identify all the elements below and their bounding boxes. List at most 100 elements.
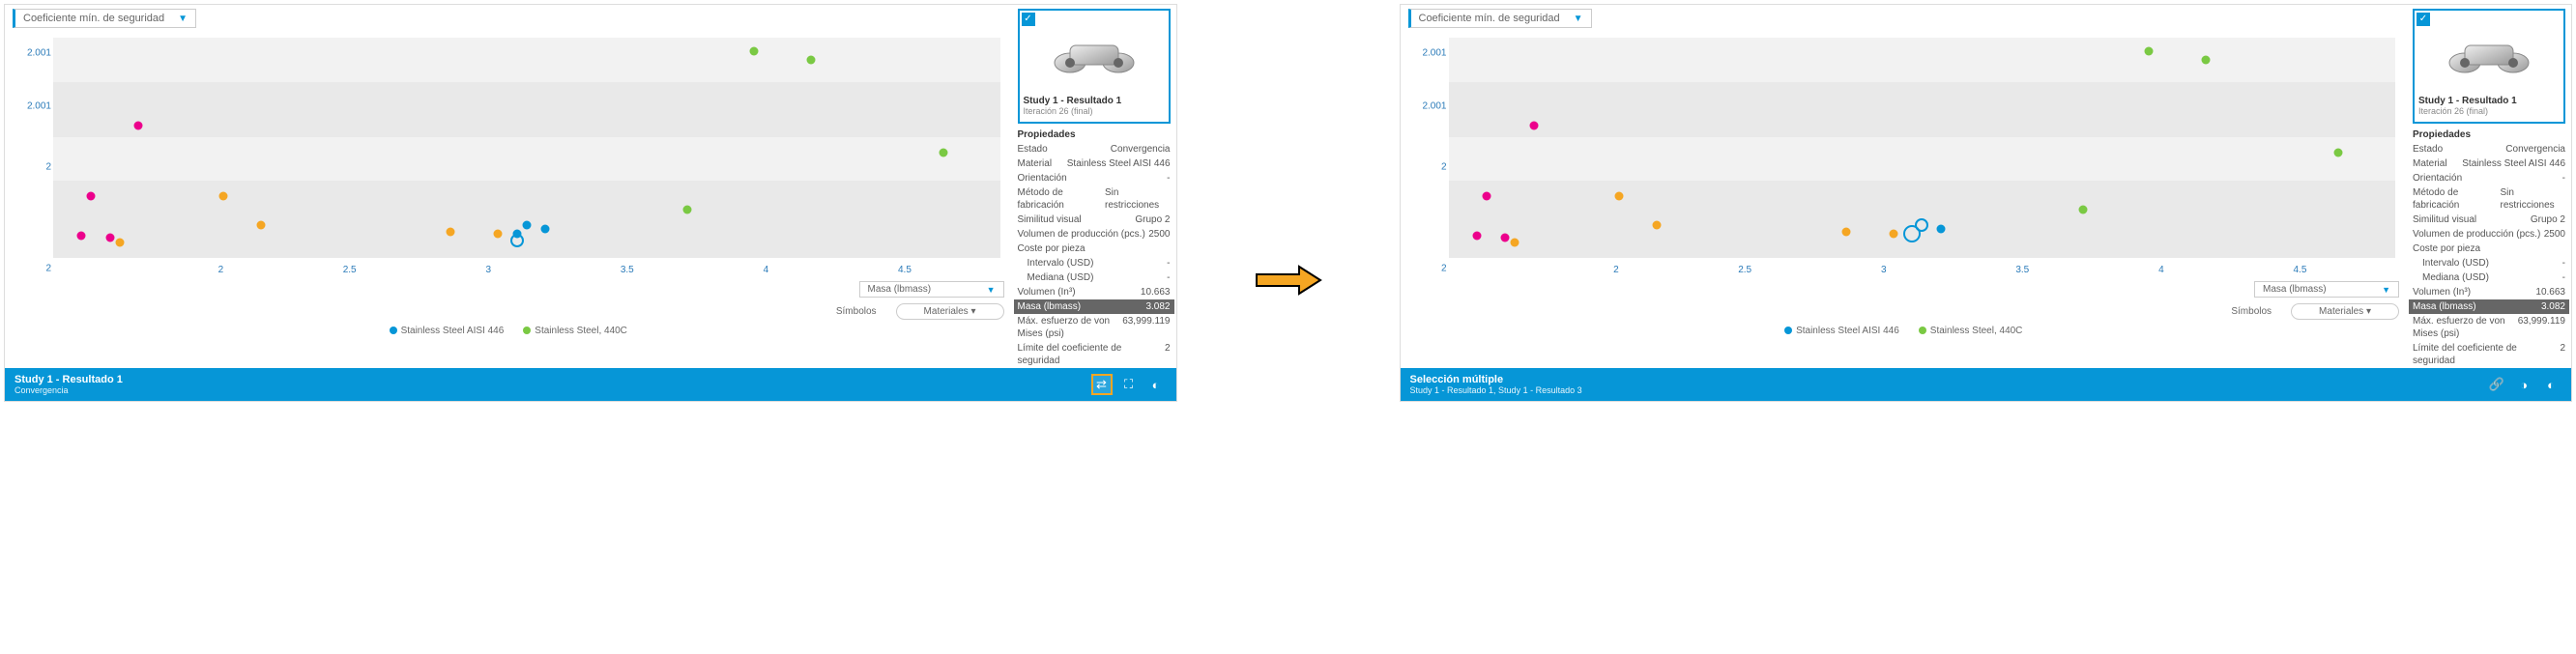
data-point[interactable] xyxy=(939,148,947,156)
swap-icon[interactable]: ⇄ xyxy=(1091,374,1113,395)
properties-column: ✓ Study 1 - Resultado 1 Iteración 26 (fi… xyxy=(2407,5,2571,368)
x-tick: 3 xyxy=(485,265,491,275)
expand-icon[interactable]: ⛶ xyxy=(1118,374,1140,395)
x-axis-label: Masa (lbmass) xyxy=(868,284,932,295)
data-point[interactable] xyxy=(257,220,266,229)
data-point[interactable] xyxy=(541,225,550,234)
y-axis-dropdown[interactable]: Coeficiente mín. de seguridad ▼ xyxy=(1408,9,1592,28)
data-point[interactable] xyxy=(1936,225,1945,234)
data-point[interactable] xyxy=(1652,220,1661,229)
properties-column: ✓ Study 1 - Resultado 1 Iteración 26 (fi… xyxy=(1012,5,1176,368)
properties-header: Propiedades xyxy=(2413,129,2565,140)
scatter-chart[interactable]: 2.001 2.001 2 2 xyxy=(13,34,1004,275)
prop-row: Volumen (In³)10.663 xyxy=(1018,285,1171,299)
chevron-down-icon: ▼ xyxy=(987,285,996,295)
legend-item[interactable]: Stainless Steel AISI 446 xyxy=(390,326,505,336)
data-point[interactable] xyxy=(2078,205,2087,213)
data-point[interactable] xyxy=(1529,122,1538,130)
x-tick: 2.5 xyxy=(1738,265,1751,275)
prop-row: Volumen de producción (pcs.)2500 xyxy=(1018,227,1171,242)
data-point[interactable] xyxy=(2145,46,2154,55)
chevron-down-icon: ▼ xyxy=(178,14,188,24)
prop-row: Método de fabricaciónSin restricciones xyxy=(1018,185,1171,213)
selected-point[interactable] xyxy=(1915,218,1928,232)
result-card[interactable]: ✓ Study 1 - Resultado 1 Iteración 26 (fi… xyxy=(2413,9,2565,124)
legend: Stainless Steel AISI 446 Stainless Steel… xyxy=(1408,320,2400,340)
checkbox-icon[interactable]: ✓ xyxy=(2417,13,2430,26)
data-point[interactable] xyxy=(1889,229,1897,238)
footer-title: Selección múltiple xyxy=(1410,374,1582,385)
data-point[interactable] xyxy=(134,122,143,130)
x-axis-label: Masa (lbmass) xyxy=(2263,284,2327,295)
data-point[interactable] xyxy=(2202,55,2211,64)
y-tick: 2.001 xyxy=(13,48,51,59)
x-tick: 3.5 xyxy=(2015,265,2029,275)
y-tick: 2 xyxy=(13,263,51,273)
footer-subtitle: Study 1 - Resultado 1, Study 1 - Resulta… xyxy=(1410,385,1582,395)
prop-row: Orientación- xyxy=(2413,171,2565,185)
data-point[interactable] xyxy=(1614,192,1623,201)
symbols-dropdown[interactable]: Materiales ▾ xyxy=(896,303,1004,320)
legend: Stainless Steel AISI 446 Stainless Steel… xyxy=(13,320,1004,340)
card-title: Study 1 - Resultado 1 xyxy=(2418,96,2560,106)
prop-row: Máx. esfuerzo de von Mises (psi)63,999.1… xyxy=(1018,314,1171,341)
data-point[interactable] xyxy=(1482,192,1491,201)
y-tick: 2.001 xyxy=(13,101,51,112)
data-point[interactable] xyxy=(683,205,692,213)
result-card[interactable]: ✓ Study 1 - Resultado 1 Iteración 26 (fi… xyxy=(1018,9,1171,124)
data-point[interactable] xyxy=(522,220,531,229)
y-axis-label: Coeficiente mín. de seguridad xyxy=(1419,13,1560,24)
data-point[interactable] xyxy=(105,234,114,242)
prop-row: Intervalo (USD)- xyxy=(2413,256,2565,270)
arrow-icon xyxy=(1255,263,1322,298)
data-point[interactable] xyxy=(749,46,758,55)
selected-point[interactable] xyxy=(510,234,524,247)
legend-item[interactable]: Stainless Steel, 440C xyxy=(1919,326,2023,336)
result-thumbnail xyxy=(1024,14,1165,92)
gauge-icon[interactable]: ◐ xyxy=(2540,374,2562,395)
checkbox-icon[interactable]: ✓ xyxy=(1022,13,1035,26)
y-tick: 2 xyxy=(13,161,51,172)
prop-row: Orientación- xyxy=(1018,171,1171,185)
prop-row: Mediana (USD)- xyxy=(2413,270,2565,285)
scatter-chart[interactable]: 2.001 2.001 2 2 xyxy=(1408,34,2400,275)
data-point[interactable] xyxy=(1511,239,1520,247)
x-axis-dropdown[interactable]: Masa (lbmass) ▼ xyxy=(859,281,1004,298)
prop-row: Límite del coeficiente de seguridad2 xyxy=(1018,341,1171,368)
data-point[interactable] xyxy=(77,232,86,241)
prop-row: Mediana (USD)- xyxy=(1018,270,1171,285)
prop-row-highlighted[interactable]: Masa (lbmass)3.082 xyxy=(2409,299,2569,314)
x-tick: 4 xyxy=(764,265,769,275)
data-point[interactable] xyxy=(115,239,124,247)
data-point[interactable] xyxy=(87,192,96,201)
status-footer: Selección múltiple Study 1 - Resultado 1… xyxy=(1401,368,2572,401)
data-point[interactable] xyxy=(1472,232,1481,241)
data-point[interactable] xyxy=(494,229,503,238)
symbols-dropdown[interactable]: Materiales ▾ xyxy=(2291,303,2399,320)
link-icon[interactable]: 🔗 xyxy=(2486,374,2507,395)
y-tick: 2 xyxy=(1408,161,1447,172)
status-footer: Study 1 - Resultado 1 Convergencia ⇄ ⛶ ◐ xyxy=(5,368,1176,401)
x-tick: 2.5 xyxy=(343,265,357,275)
data-point[interactable] xyxy=(1841,227,1850,236)
symbols-label: Símbolos xyxy=(2231,306,2272,317)
prop-row: Volumen (In³)10.663 xyxy=(2413,285,2565,299)
data-point[interactable] xyxy=(2334,148,2343,156)
data-point[interactable] xyxy=(806,55,815,64)
prop-row-highlighted[interactable]: Masa (lbmass)3.082 xyxy=(1014,299,1174,314)
x-tick: 3.5 xyxy=(621,265,634,275)
prop-row: EstadoConvergencia xyxy=(2413,142,2565,156)
prop-row: Método de fabricaciónSin restricciones xyxy=(2413,185,2565,213)
toggle-icon[interactable]: ◑ xyxy=(2513,374,2534,395)
y-axis-dropdown[interactable]: Coeficiente mín. de seguridad ▼ xyxy=(13,9,196,28)
chart-column: Coeficiente mín. de seguridad ▼ 2.001 2.… xyxy=(1401,5,2408,368)
prop-row: Coste por pieza xyxy=(1018,242,1171,256)
gauge-icon[interactable]: ◐ xyxy=(1145,374,1167,395)
data-point[interactable] xyxy=(1501,234,1510,242)
x-axis-dropdown[interactable]: Masa (lbmass) ▼ xyxy=(2254,281,2399,298)
data-point[interactable] xyxy=(219,192,228,201)
legend-item[interactable]: Stainless Steel AISI 446 xyxy=(1784,326,1899,336)
y-axis-label: Coeficiente mín. de seguridad xyxy=(23,13,164,24)
data-point[interactable] xyxy=(447,227,455,236)
legend-item[interactable]: Stainless Steel, 440C xyxy=(523,326,627,336)
